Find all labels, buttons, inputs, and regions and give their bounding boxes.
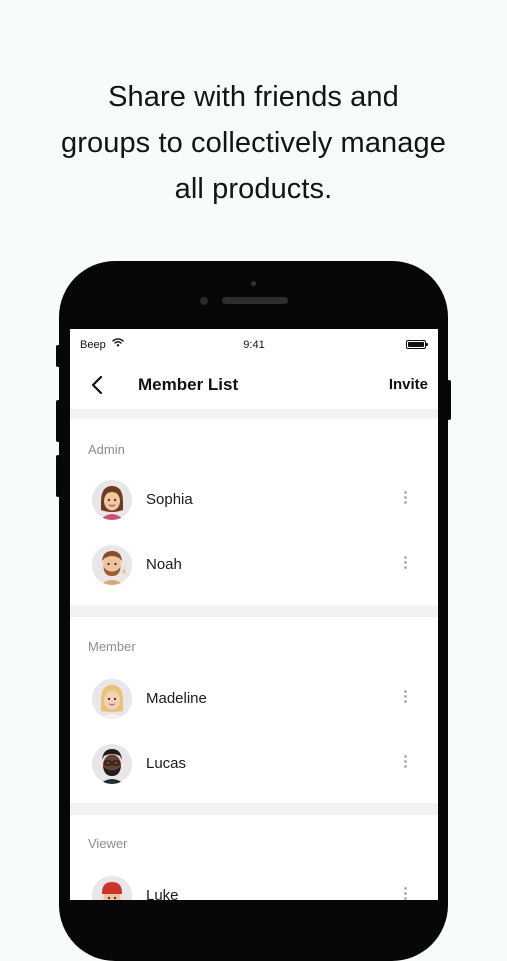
avatar (92, 679, 132, 719)
more-options-icon[interactable] (396, 553, 414, 577)
phone-screen: Beep 9:41 Member List Invite Admin Sophi… (70, 329, 438, 900)
member-row[interactable]: Sophia (70, 468, 438, 532)
section-member: Member Madeline Lucas (70, 617, 438, 803)
more-options-icon[interactable] (396, 488, 414, 512)
section-label-admin: Admin (88, 442, 125, 457)
phone-speaker (222, 297, 288, 304)
invite-button[interactable]: Invite (389, 376, 428, 393)
phone-volume-up-button (56, 400, 60, 442)
avatar (92, 545, 132, 585)
section-label-member: Member (88, 639, 136, 654)
more-options-icon[interactable] (396, 752, 414, 776)
navigation-bar: Member List Invite (70, 361, 438, 409)
member-row[interactable]: Lucas (70, 732, 438, 796)
member-name: Lucas (146, 755, 187, 772)
phone-power-button (447, 380, 451, 420)
member-row[interactable]: Noah (70, 533, 438, 597)
headline-line-3: all products. (174, 173, 333, 205)
member-name: Madeline (146, 690, 207, 707)
member-name: Sophia (146, 491, 193, 508)
member-row[interactable]: Madeline (70, 667, 438, 731)
marketing-headline: Share with friends and groups to collect… (0, 74, 507, 212)
more-options-icon[interactable] (396, 884, 414, 900)
headline-line-2: groups to collectively manage (61, 127, 446, 159)
page-title: Member List (138, 375, 239, 394)
avatar (92, 480, 132, 520)
section-label-viewer: Viewer (88, 836, 128, 851)
headline-line-1: Share with friends and (108, 81, 399, 113)
status-time: 9:41 (243, 339, 265, 351)
phone-sensor (251, 281, 256, 286)
avatar (92, 744, 132, 784)
avatar (92, 876, 132, 900)
section-viewer: Viewer Luke (70, 815, 438, 900)
section-admin: Admin Sophia Noah (70, 419, 438, 605)
member-name: Luke (146, 887, 179, 900)
chevron-left-icon[interactable] (86, 373, 110, 397)
battery-icon (406, 340, 428, 349)
more-options-icon[interactable] (396, 687, 414, 711)
phone-front-camera (200, 297, 208, 305)
phone-volume-down-button (56, 455, 60, 497)
member-name: Noah (146, 556, 182, 573)
phone-side-button (56, 345, 60, 367)
member-row[interactable]: Luke (70, 864, 438, 900)
status-bar: Beep 9:41 (70, 329, 438, 361)
